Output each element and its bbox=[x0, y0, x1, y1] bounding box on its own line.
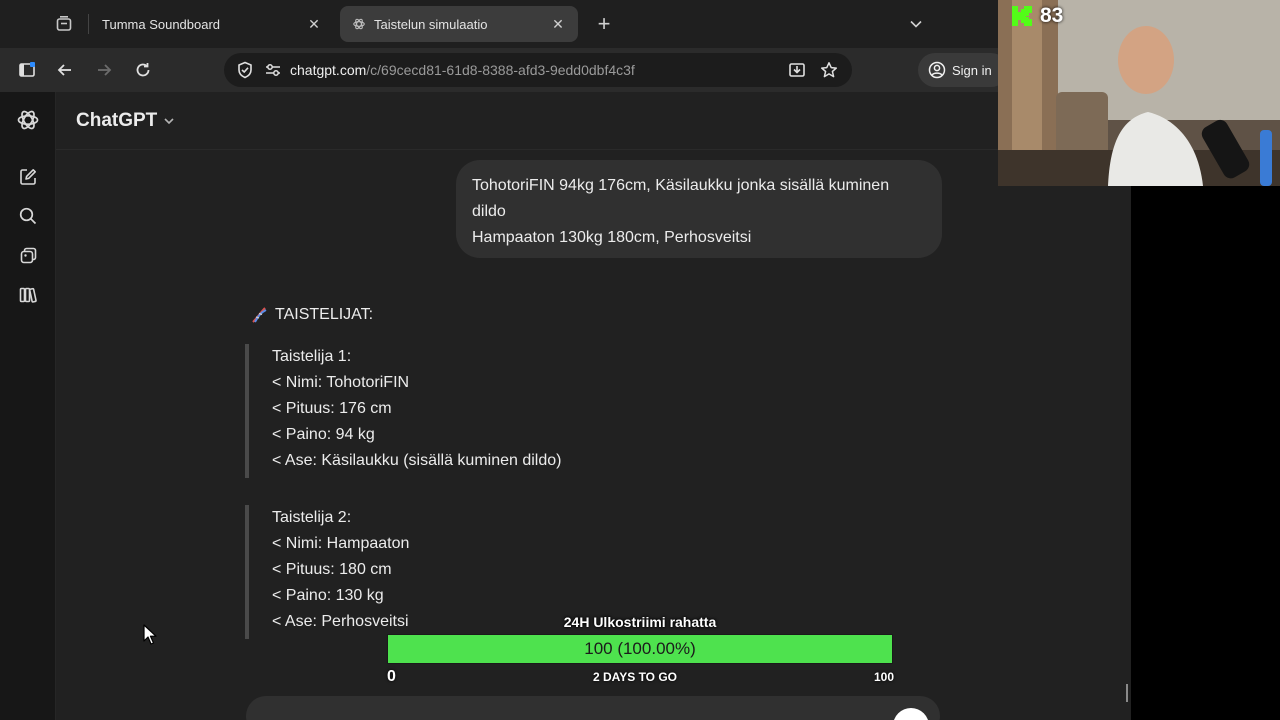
user-message-bubble: TohotoriFIN 94kg 176cm, Käsilaukku jonka… bbox=[456, 160, 942, 258]
tab-separator bbox=[88, 14, 89, 34]
goal-progress-text: 100 (100.00%) bbox=[584, 639, 696, 658]
user-message-line: Hampaaton 130kg 180cm, Perhosveitsi bbox=[472, 229, 752, 246]
fighter-name-line: < Nimi: Hampaaton bbox=[272, 535, 410, 552]
gpts-library-icon[interactable] bbox=[14, 281, 42, 309]
fighter-1-block: Taistelija 1: < Nimi: TohotoriFIN < Pitu… bbox=[245, 344, 561, 478]
dna-emoji-icon bbox=[252, 307, 267, 323]
fighter-header: Taistelija 2: bbox=[272, 509, 352, 526]
bookmark-star-icon[interactable] bbox=[816, 57, 842, 83]
sign-in-label: Sign in bbox=[952, 62, 992, 78]
chat-header: ChatGPT bbox=[56, 92, 1131, 150]
viewer-count-badge: 83 bbox=[1010, 4, 1063, 28]
fighters-heading: TAISTELIJAT: bbox=[249, 305, 373, 325]
fighter-2-block: Taistelija 2: < Nimi: Hampaaton < Pituus… bbox=[245, 505, 409, 639]
fighter-weapon-line: < Ase: Käsilaukku (sisällä kuminen dildo… bbox=[272, 452, 562, 469]
viewer-count: 83 bbox=[1040, 4, 1064, 27]
fighter-weight-line: < Paino: 130 kg bbox=[272, 587, 384, 604]
sidebar-rail bbox=[0, 92, 56, 720]
reload-icon[interactable] bbox=[128, 55, 158, 85]
browser-nav-bar: chatgpt.com/c/69cecd81-61d8-8388-afd3-9e… bbox=[0, 48, 1008, 92]
fighter-name-line: < Nimi: TohotoriFIN bbox=[272, 374, 410, 391]
tab-battle-simulation[interactable]: Taistelun simulaatio ✕ bbox=[340, 6, 578, 42]
model-name: ChatGPT bbox=[76, 110, 158, 131]
install-app-icon[interactable] bbox=[784, 57, 810, 83]
user-message-line: dildo bbox=[472, 203, 506, 220]
fighters-heading-text: TAISTELIJAT: bbox=[275, 306, 374, 323]
tab-title: Tumma Soundboard bbox=[102, 16, 221, 32]
chatgpt-logo-icon[interactable] bbox=[14, 106, 42, 134]
url-path: /c/69cecd81-61d8-8388-afd3-9edd0dbf4c3f bbox=[366, 62, 635, 78]
sidebar-toggle-icon[interactable] bbox=[12, 55, 42, 85]
goal-title: 24H Ulkostriimi rahatta bbox=[563, 614, 717, 630]
goal-max-label: 100 bbox=[873, 670, 894, 684]
model-selector[interactable]: ChatGPT bbox=[76, 110, 175, 132]
close-icon[interactable]: ✕ bbox=[550, 16, 566, 33]
tab-list-chevron-down-icon[interactable] bbox=[900, 8, 932, 40]
scrollbar-thumb[interactable] bbox=[1126, 684, 1128, 702]
back-arrow-icon[interactable] bbox=[50, 55, 80, 85]
url-domain: chatgpt.com bbox=[290, 62, 367, 78]
goal-time-remaining: 2 DAYS TO GO bbox=[592, 670, 678, 684]
sign-in-button[interactable]: Sign in bbox=[918, 53, 1008, 87]
address-bar[interactable]: chatgpt.com/c/69cecd81-61d8-8388-afd3-9e… bbox=[224, 53, 852, 87]
forward-arrow-icon[interactable] bbox=[89, 55, 119, 85]
fighter-height-line: < Pituus: 180 cm bbox=[272, 561, 392, 578]
search-icon[interactable] bbox=[14, 202, 42, 230]
kick-logo-icon bbox=[1012, 6, 1032, 26]
shield-icon[interactable] bbox=[234, 59, 256, 81]
stream-background-area bbox=[1131, 186, 1280, 720]
chevron-down-icon bbox=[163, 115, 175, 127]
site-settings-icon[interactable] bbox=[262, 59, 284, 81]
account-icon bbox=[928, 61, 946, 79]
message-composer[interactable] bbox=[246, 696, 940, 720]
tab-soundboard[interactable]: Tumma Soundboard ✕ bbox=[90, 6, 334, 42]
browser-tab-bar: Tumma Soundboard ✕ Taistelun simulaatio … bbox=[0, 0, 998, 48]
mouse-cursor-icon bbox=[143, 624, 157, 645]
library-images-icon[interactable] bbox=[14, 242, 42, 270]
new-chat-icon[interactable] bbox=[14, 163, 42, 191]
fighter-header: Taistelija 1: bbox=[272, 348, 352, 365]
url-text[interactable]: chatgpt.com/c/69cecd81-61d8-8388-afd3-9e… bbox=[290, 62, 778, 78]
tab-title: Taistelun simulaatio bbox=[374, 16, 488, 32]
close-icon[interactable]: ✕ bbox=[306, 16, 322, 33]
goal-min-label: 0 bbox=[387, 668, 396, 685]
user-message-line: TohotoriFIN 94kg 176cm, Käsilaukku jonka… bbox=[472, 177, 890, 194]
new-tab-plus-icon[interactable]: + bbox=[588, 8, 620, 40]
chatgpt-favicon-icon bbox=[352, 17, 366, 31]
goal-progress-bar: 100 (100.00%) bbox=[387, 634, 893, 664]
tab-groups-icon[interactable] bbox=[46, 8, 82, 40]
fighter-weight-line: < Paino: 94 kg bbox=[272, 426, 375, 443]
fighter-height-line: < Pituus: 176 cm bbox=[272, 400, 392, 417]
